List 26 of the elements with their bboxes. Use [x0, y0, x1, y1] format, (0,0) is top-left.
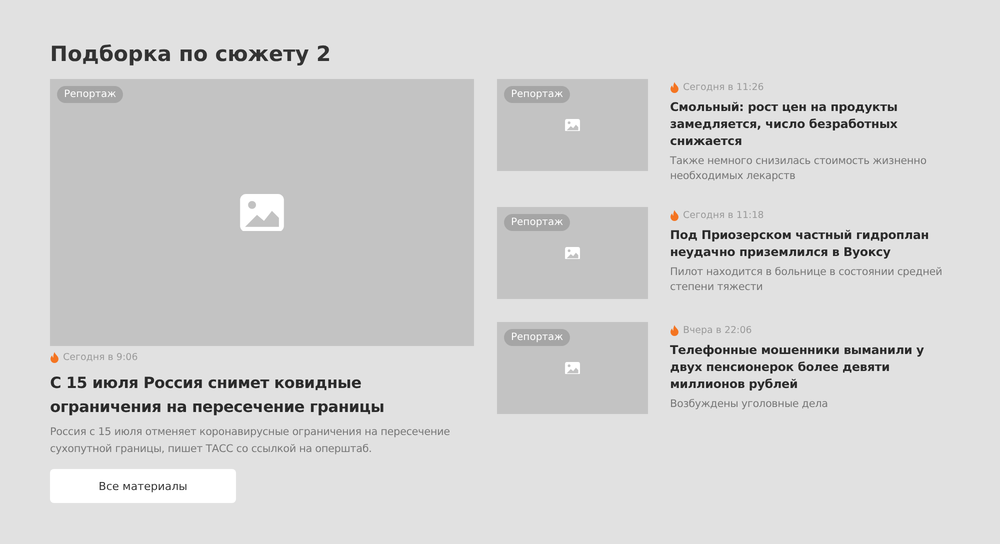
- timestamp: Сегодня в 9:06: [63, 352, 138, 363]
- timestamp: Сегодня в 11:26: [683, 82, 764, 93]
- fire-icon: [670, 325, 679, 336]
- timestamp: Сегодня в 11:18: [683, 210, 764, 221]
- category-tag: Репортаж: [504, 329, 570, 346]
- category-tag: Репортаж: [504, 86, 570, 103]
- article-headline[interactable]: Телефонные мошенники выманили у двух пенсионерок более девяти миллионов рублей: [670, 342, 950, 393]
- article-summary: Пилот находится в больнице в состоянии средней степени тяжести: [670, 265, 944, 295]
- category-tag: Репортаж: [57, 86, 124, 103]
- article-headline[interactable]: Смольный: рост цен на продукты замедляется, число безработных снижается: [670, 99, 950, 150]
- fire-icon: [670, 210, 679, 221]
- fire-icon: [50, 352, 59, 363]
- article-summary: Также немного снизилась стоимость жизненно необходимых лекарств: [670, 154, 928, 184]
- timestamp: Вчера в 22:06: [683, 325, 752, 336]
- section-title: Подборка по сюжету 2: [50, 42, 332, 66]
- article-headline[interactable]: С 15 июля Россия снимет ковидные ограничения на пересечение границы: [50, 371, 474, 419]
- image-icon: [565, 362, 580, 374]
- fire-icon: [670, 82, 679, 93]
- all-materials-button[interactable]: Все материалы: [50, 469, 236, 503]
- category-tag: Репортаж: [504, 214, 570, 231]
- image-icon: [240, 194, 284, 232]
- article-headline[interactable]: Под Приозерском частный гидроплан неудачно приземлился в Вуоксу: [670, 227, 950, 261]
- article-summary: Россия с 15 июля отменяет коронавирусные ограничения на пересечение сухопутной границы, пишет ТАСС со ссылкой на оперштаб.: [50, 425, 451, 457]
- image-icon: [565, 118, 580, 132]
- image-icon: [565, 246, 580, 260]
- article-summary: Возбуждены уголовные дела: [670, 397, 829, 412]
